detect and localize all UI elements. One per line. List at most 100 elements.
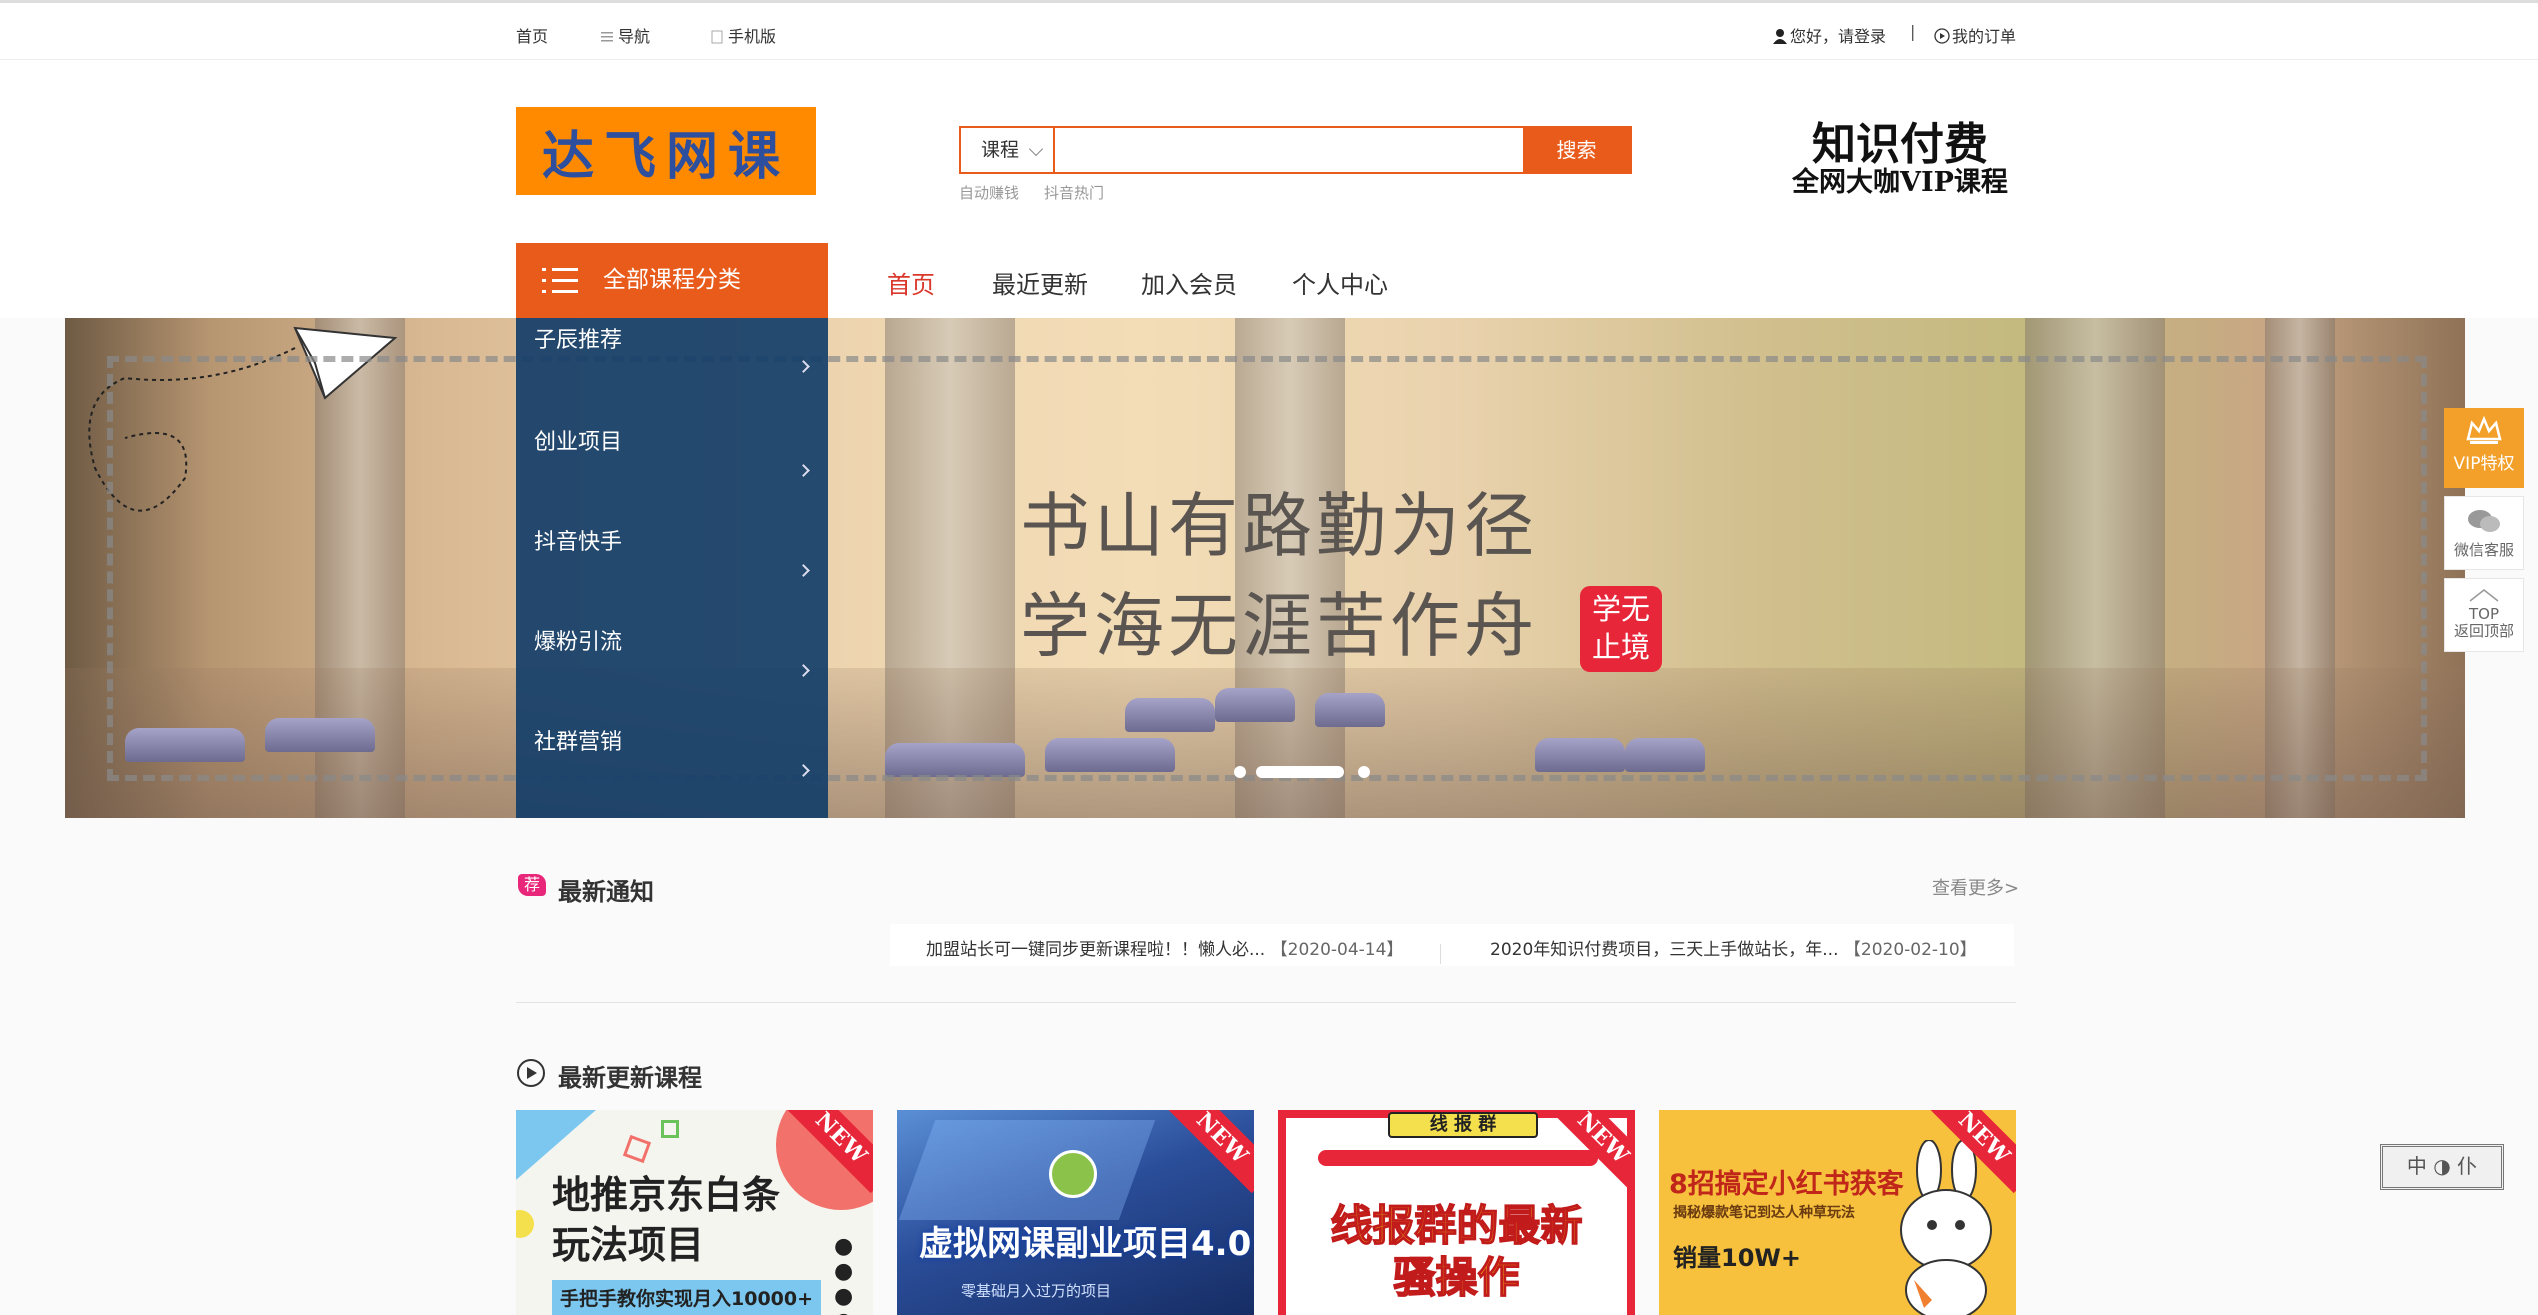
chevron-down-icon	[1028, 141, 1044, 157]
course-card-subtitle: 揭秘爆款笔记到达人种草玩法	[1673, 1205, 1855, 1221]
banner-slogan: 书山有路勤为径 学海无涯苦作舟	[1020, 476, 1538, 676]
search-category-select[interactable]: 课程	[961, 128, 1055, 172]
card-decoration	[661, 1120, 679, 1138]
login-link[interactable]: 您好，请登录	[1772, 23, 1886, 47]
card-decoration	[516, 1210, 534, 1238]
course-card-subtitle: 手把手教你实现月入10000+	[552, 1280, 822, 1315]
nav-personal-center[interactable]: 个人中心	[1292, 265, 1388, 300]
corner-badge: 中 ◑ 仆	[2380, 1144, 2504, 1190]
course-card-title-line: 线报群的最新	[1330, 1200, 1584, 1251]
category-label: 抖音快手	[534, 530, 623, 555]
chevron-right-icon	[797, 564, 810, 577]
top-label: TOP	[2468, 605, 2499, 623]
course-card-subtitle: 零基础月入过万的项目	[961, 1282, 1112, 1300]
chevron-right-icon	[797, 664, 810, 677]
nav-home[interactable]: 首页	[887, 265, 935, 300]
search-box: 课程 搜索	[959, 126, 1632, 174]
recommend-badge-icon: 荐	[518, 874, 546, 896]
notice-item[interactable]: 2020年知识付费项目，三天上手做站长，年... 【2020-02-10】	[1490, 935, 1977, 960]
course-card-title-line: 骚操作	[1393, 1252, 1521, 1303]
hot-keyword-2[interactable]: 抖音热门	[1044, 182, 1104, 203]
courses-title: 最新更新课程	[558, 1064, 702, 1092]
category-item[interactable]: 爆粉引流	[516, 618, 828, 718]
card-dots-decoration: ● ●● ●	[834, 1234, 854, 1315]
category-item[interactable]: 创业项目	[516, 418, 828, 518]
play-circle-icon	[1934, 28, 1950, 44]
hot-keyword-1[interactable]: 自动赚钱	[959, 182, 1019, 203]
notices-title: 最新通知	[558, 878, 654, 906]
wechat-service-button[interactable]: 微信客服	[2444, 496, 2524, 570]
view-more-link[interactable]: 查看更多>	[1932, 874, 2019, 900]
course-card-title-line: 地推京东白条	[552, 1172, 781, 1217]
course-card[interactable]: 地推京东白条 玩法项目 手把手教你实现月入10000+ ● ●● ● NEW	[516, 1110, 873, 1315]
chevron-right-icon	[797, 360, 810, 373]
wechat-label: 微信客服	[2453, 541, 2514, 559]
crown-icon	[2466, 415, 2502, 444]
vip-privilege-button[interactable]: VIP特权	[2444, 408, 2524, 488]
top-bar: 首页 导航 手机版 您好，请登录 | 我的订单	[0, 0, 2538, 60]
nav-recent[interactable]: 最近更新	[992, 265, 1088, 300]
card-decoration	[1318, 1150, 1598, 1166]
course-card-title: 8招搞定小红书获客	[1669, 1169, 1904, 1200]
arrow-up-icon	[2469, 589, 2499, 602]
course-card[interactable]: 8招搞定小红书获客 揭秘爆款笔记到达人种草玩法 销量10W+ NEW	[1659, 1110, 2016, 1315]
login-label: 您好，请登录	[1790, 27, 1887, 46]
menu-icon	[600, 29, 614, 43]
all-categories-label: 全部课程分类	[603, 267, 741, 293]
promo-subtitle: 全网大咖VIP课程	[1792, 167, 2008, 198]
search-input[interactable]	[1057, 128, 1523, 172]
notice-date: 【2020-04-14】	[1270, 940, 1404, 960]
chevron-right-icon	[797, 464, 810, 477]
course-card-header: 线 报 群	[1388, 1112, 1538, 1138]
main-nav: 全部课程分类 首页 最近更新 加入会员 个人中心	[0, 240, 2538, 318]
banner-stamp: 学无止境	[1580, 586, 1662, 672]
course-card[interactable]: 线 报 群 线报群的最新 骚操作 NEW	[1278, 1110, 1635, 1315]
my-orders-link[interactable]: 我的订单	[1934, 23, 2016, 47]
my-orders-label: 我的订单	[1952, 27, 2017, 46]
notice-list: 加盟站长可一键同步更新课程啦！！懒人必... 【2020-04-14】 2020…	[890, 924, 2014, 966]
category-label: 社群营销	[534, 730, 623, 755]
list-icon	[542, 268, 578, 294]
course-card-title-line: 玩法项目	[552, 1222, 705, 1267]
course-card-extra: 销量10W+	[1673, 1244, 1801, 1272]
back-to-top-button[interactable]: TOP 返回顶部	[2444, 578, 2524, 652]
banner-slogan-line1: 书山有路勤为径	[1020, 485, 1538, 567]
all-categories-button[interactable]: 全部课程分类	[516, 243, 828, 318]
carousel-dot[interactable]	[1358, 766, 1370, 778]
logo-text: 达飞网课	[541, 125, 790, 187]
card-decoration	[898, 1120, 1156, 1220]
carousel-dot-active[interactable]	[1256, 766, 1344, 778]
top-mobile-link[interactable]: 手机版	[710, 23, 776, 47]
search-button[interactable]: 搜索	[1523, 126, 1630, 174]
category-menu: 子辰推荐 创业项目 抖音快手 爆粉引流 社群营销	[516, 318, 828, 818]
hero-banner[interactable]: 书山有路勤为径 学海无涯苦作舟 学无止境	[65, 318, 2465, 818]
avatar	[1049, 1150, 1097, 1198]
category-label: 爆粉引流	[534, 630, 623, 655]
play-circle-icon	[517, 1059, 545, 1087]
banner-stamp-text: 学无止境	[1591, 592, 1650, 664]
user-icon	[1772, 28, 1787, 44]
vip-label: VIP特权	[2453, 454, 2515, 474]
notice-item[interactable]: 加盟站长可一键同步更新课程啦！！懒人必... 【2020-04-14】	[926, 935, 1403, 960]
course-card[interactable]: 虚拟网课副业项目4.0 零基础月入过万的项目 NEW	[897, 1110, 1254, 1315]
top-nav-link[interactable]: 导航	[600, 23, 650, 47]
new-badge: NEW	[1166, 1110, 1254, 1194]
course-card-title: 地推京东白条 玩法项目	[552, 1170, 780, 1270]
notice-text: 加盟站长可一键同步更新课程啦！！懒人必...	[926, 940, 1266, 960]
card-decoration	[622, 1134, 652, 1164]
mobile-icon	[710, 29, 724, 44]
category-label: 子辰推荐	[534, 328, 623, 353]
category-item[interactable]: 社群营销	[516, 718, 828, 818]
category-item[interactable]: 抖音快手	[516, 518, 828, 618]
notice-date: 【2020-02-10】	[1843, 940, 1977, 960]
category-item[interactable]: 子辰推荐	[516, 318, 828, 418]
carousel-dot[interactable]	[1234, 766, 1246, 778]
top-mobile-label: 手机版	[728, 27, 777, 46]
category-label: 创业项目	[534, 430, 623, 455]
nav-join-member[interactable]: 加入会员	[1141, 265, 1237, 300]
section-divider	[516, 1002, 2016, 1003]
site-logo[interactable]: 达飞网课	[516, 107, 816, 195]
top-home-link[interactable]: 首页	[516, 23, 548, 47]
search-category-label: 课程	[981, 139, 1020, 161]
course-card-title: 虚拟网课副业项目4.0	[919, 1224, 1252, 1264]
